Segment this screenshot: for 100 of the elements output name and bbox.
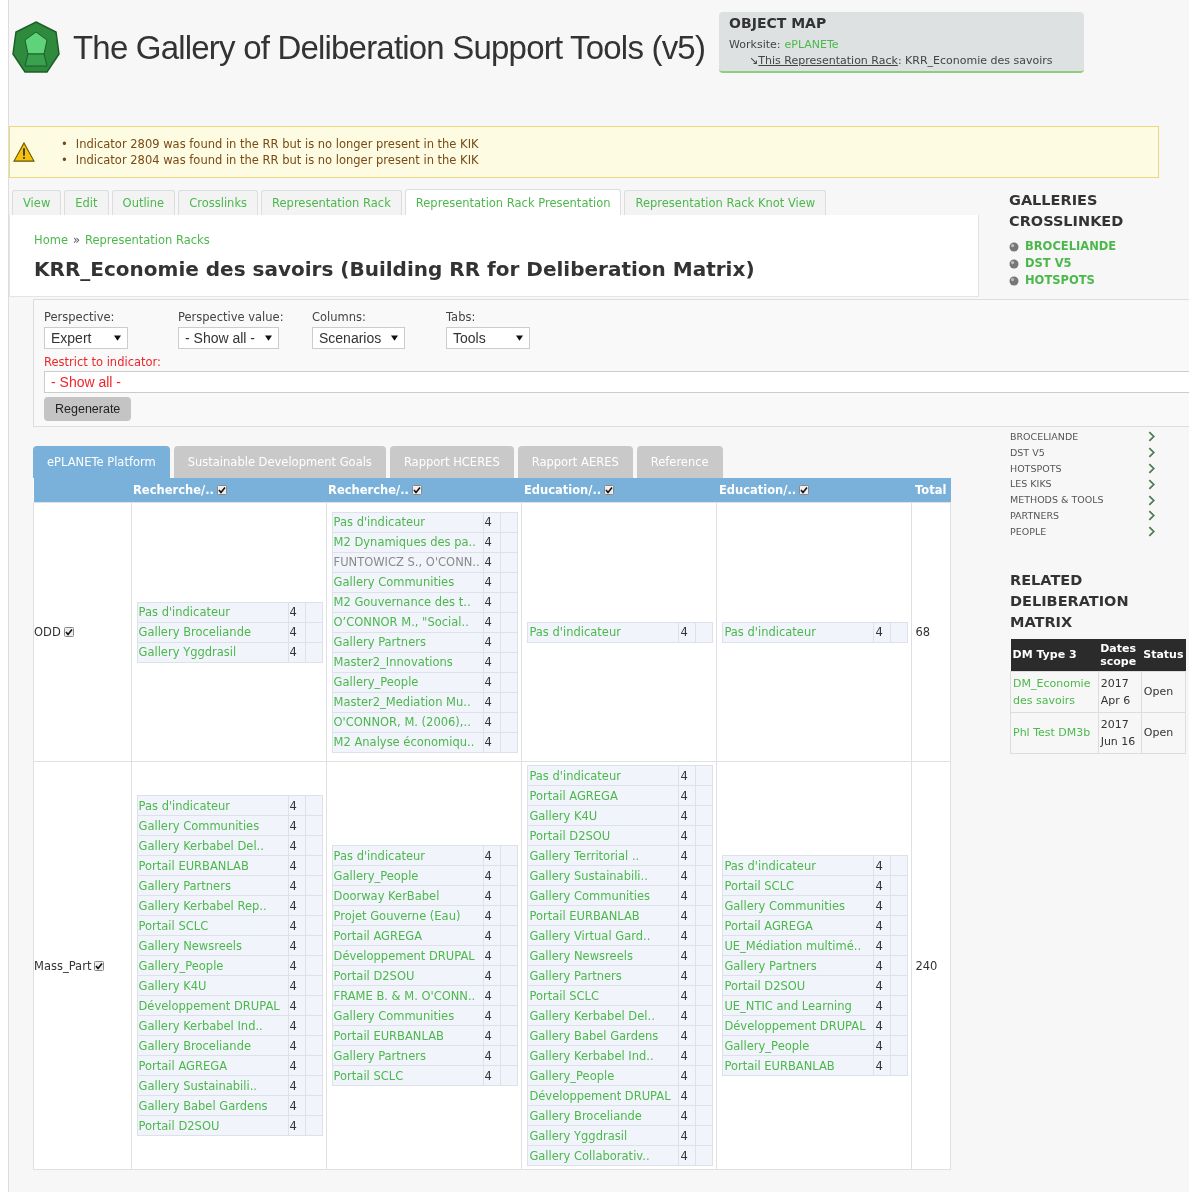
indicator-link[interactable]: O'CONNOR, M. (2006),.. bbox=[332, 712, 484, 732]
indicator-link[interactable]: Développement DRUPAL bbox=[722, 1015, 874, 1036]
page-tab[interactable]: Edit bbox=[64, 190, 109, 215]
checkbox[interactable] bbox=[94, 960, 105, 971]
indicator-link[interactable]: Projet Gouverne (Eau) bbox=[332, 905, 484, 926]
indicator-link[interactable]: Gallery Communities bbox=[332, 572, 484, 592]
dropdown[interactable]: Tools bbox=[446, 327, 530, 349]
dropdown[interactable]: Expert bbox=[44, 327, 128, 349]
indicator-link[interactable]: Portail EURBANLAB bbox=[137, 855, 288, 876]
gallery-link[interactable]: HOTSPOTS bbox=[1025, 272, 1095, 289]
indicator-link[interactable]: Portail EURBANLAB bbox=[332, 1025, 484, 1046]
indicator-link[interactable]: Gallery Newsreels bbox=[527, 945, 679, 966]
sidebar-link[interactable]: LES KIKS bbox=[1010, 476, 1155, 493]
indicator-link[interactable]: Portail D2SOU bbox=[332, 965, 484, 986]
indicator-link[interactable]: Doorway KerBabel bbox=[332, 885, 484, 906]
sidebar-link[interactable]: PEOPLE bbox=[1010, 523, 1155, 540]
gallery-link[interactable]: DST V5 bbox=[1025, 255, 1072, 272]
sidebar-link[interactable]: METHODS & TOOLS bbox=[1010, 492, 1155, 508]
page-tab[interactable]: Outline bbox=[111, 190, 176, 215]
indicator-link[interactable]: Pas d'indicateur bbox=[722, 855, 874, 876]
indicator-link[interactable]: Gallery Communities bbox=[137, 815, 288, 836]
indicator-link[interactable]: UE_Médiation multimé.. bbox=[722, 935, 874, 956]
indicator-link[interactable]: Développement DRUPAL bbox=[527, 1085, 679, 1106]
indicator-link[interactable]: Portail AGREGA bbox=[722, 915, 874, 936]
dropdown[interactable]: - Show all - bbox=[178, 327, 280, 349]
gallery-link[interactable]: BROCELIANDE bbox=[1025, 238, 1117, 255]
checkbox[interactable] bbox=[216, 485, 227, 495]
indicator-link[interactable]: Portail SCLC bbox=[527, 985, 679, 1006]
indicator-link[interactable]: FRAME B. & M. O'CONN.. bbox=[332, 985, 484, 1006]
indicator-link[interactable]: Gallery Kerbabel Ind.. bbox=[137, 1015, 288, 1036]
indicator-link[interactable]: Gallery Partners bbox=[332, 632, 484, 652]
indicator-link[interactable]: Pas d'indicateur bbox=[527, 622, 679, 642]
checkbox[interactable] bbox=[411, 485, 422, 495]
indicator-link[interactable]: Pas d'indicateur bbox=[527, 765, 679, 786]
regenerate-button[interactable]: Regenerate bbox=[44, 397, 132, 421]
indicator-link[interactable]: Gallery_People bbox=[332, 865, 484, 886]
indicator-link[interactable]: Gallery Partners bbox=[332, 1045, 484, 1066]
page-tab[interactable]: View bbox=[12, 190, 62, 215]
indicator-link[interactable]: Portail AGREGA bbox=[527, 785, 679, 806]
worksite-link[interactable]: ePLANETe bbox=[784, 37, 839, 53]
indicator-link[interactable]: Gallery K4U bbox=[527, 805, 679, 826]
indicator-link[interactable]: Gallery Yggdrasil bbox=[527, 1125, 679, 1146]
rack-link[interactable]: This Representation Rack bbox=[758, 53, 898, 69]
indicator-link[interactable]: Gallery Kerbabel Ind.. bbox=[527, 1045, 679, 1066]
indicator-link[interactable]: Portail D2SOU bbox=[722, 975, 874, 996]
indicator-link[interactable]: Gallery Yggdrasil bbox=[137, 642, 288, 662]
page-tab[interactable]: Representation Rack bbox=[261, 190, 402, 215]
indicator-link[interactable]: Gallery_People bbox=[137, 955, 288, 976]
sidebar-link[interactable]: HOTSPOTS bbox=[1010, 460, 1155, 477]
checkbox[interactable] bbox=[604, 485, 615, 495]
page-tab[interactable]: Crosslinks bbox=[178, 190, 259, 215]
indicator-link[interactable]: Gallery Sustainabili.. bbox=[137, 1075, 288, 1096]
indicator-link[interactable]: Développement DRUPAL bbox=[332, 945, 484, 966]
indicator-link[interactable]: M2 Gouvernance des t.. bbox=[332, 592, 484, 612]
indicator-link[interactable]: Gallery Virtual Gard.. bbox=[527, 925, 679, 946]
breadcrumb-link[interactable]: Home bbox=[34, 233, 68, 247]
indicator-link[interactable]: UE_NTIC and Learning bbox=[722, 995, 874, 1016]
indicator-link[interactable]: Gallery Collaborativ.. bbox=[527, 1145, 679, 1166]
matrix-tab[interactable]: ePLANETe Platform bbox=[33, 446, 170, 478]
indicator-link[interactable]: Portail D2SOU bbox=[137, 1115, 288, 1136]
checkbox[interactable] bbox=[799, 485, 810, 495]
indicator-link[interactable]: M2 Analyse économiqu.. bbox=[332, 732, 484, 752]
indicator-link[interactable]: Gallery Sustainabili.. bbox=[527, 865, 679, 886]
indicator-link[interactable]: Portail AGREGA bbox=[137, 1055, 288, 1076]
indicator-link[interactable]: FUNTOWICZ S., O'CONN.. bbox=[332, 552, 484, 572]
indicator-link[interactable]: O’CONNOR M., "Social.. bbox=[332, 612, 484, 632]
page-tab[interactable]: Representation Rack Presentation bbox=[404, 189, 622, 215]
indicator-link[interactable]: Gallery Kerbabel Rep.. bbox=[137, 895, 288, 916]
indicator-link[interactable]: Pas d'indicateur bbox=[722, 622, 874, 642]
indicator-link[interactable]: M2 Dynamiques des pa.. bbox=[332, 532, 484, 552]
indicator-link[interactable]: Portail SCLC bbox=[332, 1065, 484, 1086]
indicator-link[interactable]: Gallery Territorial .. bbox=[527, 845, 679, 866]
indicator-link[interactable]: Gallery Broceliande bbox=[137, 622, 288, 642]
indicator-link[interactable]: Portail SCLC bbox=[137, 915, 288, 936]
indicator-link[interactable]: Gallery Communities bbox=[722, 895, 874, 916]
indicator-link[interactable]: Gallery Broceliande bbox=[137, 1035, 288, 1056]
indicator-link[interactable]: Portail AGREGA bbox=[332, 925, 484, 946]
indicator-link[interactable]: Portail EURBANLAB bbox=[527, 905, 679, 926]
indicator-link[interactable]: Gallery Babel Gardens bbox=[137, 1095, 288, 1116]
indicator-link[interactable]: Gallery_People bbox=[527, 1065, 679, 1086]
indicator-link[interactable]: Gallery Communities bbox=[332, 1005, 484, 1026]
indicator-link[interactable]: Gallery Communities bbox=[527, 885, 679, 906]
indicator-link[interactable]: Gallery Kerbabel Del.. bbox=[527, 1005, 679, 1026]
indicator-link[interactable]: Développement DRUPAL bbox=[137, 995, 288, 1016]
indicator-link[interactable]: Gallery Partners bbox=[527, 965, 679, 986]
indicator-link[interactable]: Pas d'indicateur bbox=[137, 795, 288, 816]
indicator-link[interactable]: Portail D2SOU bbox=[527, 825, 679, 846]
sidebar-link[interactable]: DST V5 bbox=[1010, 444, 1155, 461]
indicator-link[interactable]: Pas d'indicateur bbox=[332, 512, 484, 532]
indicator-link[interactable]: Gallery Newsreels bbox=[137, 935, 288, 956]
sidebar-link[interactable]: PARTNERS bbox=[1010, 508, 1155, 524]
indicator-link[interactable]: Gallery Kerbabel Del.. bbox=[137, 835, 288, 856]
indicator-link[interactable]: Gallery Partners bbox=[722, 955, 874, 976]
page-tab[interactable]: Representation Rack Knot View bbox=[624, 190, 827, 215]
indicator-dropdown[interactable]: - Show all - bbox=[44, 371, 1189, 393]
indicator-link[interactable]: Gallery Partners bbox=[137, 875, 288, 896]
indicator-link[interactable]: Gallery Broceliande bbox=[527, 1105, 679, 1126]
dropdown[interactable]: Scenarios bbox=[312, 327, 406, 349]
sidebar-link[interactable]: BROCELIANDE bbox=[1010, 429, 1155, 445]
checkbox[interactable] bbox=[63, 627, 74, 637]
